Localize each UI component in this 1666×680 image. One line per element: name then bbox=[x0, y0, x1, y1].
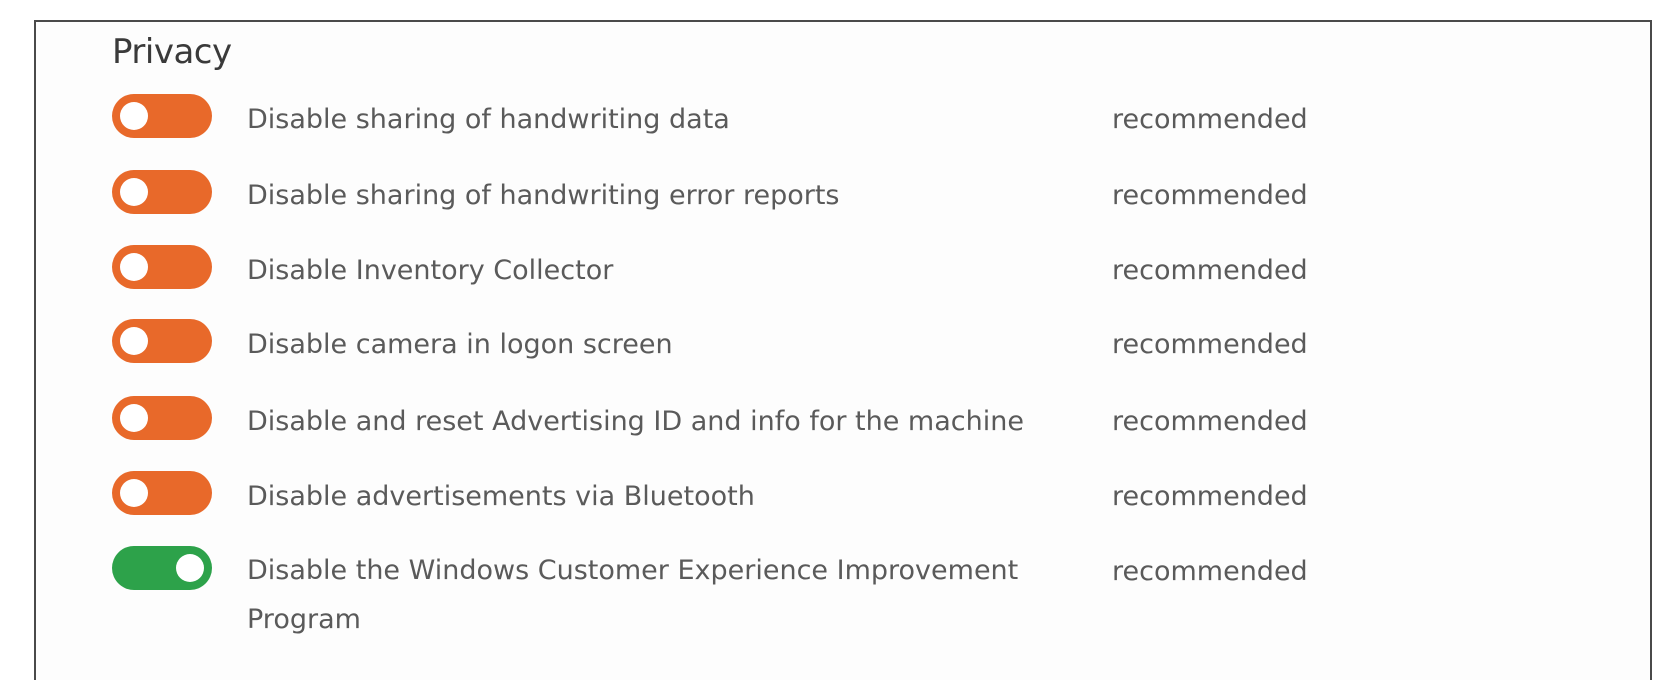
setting-label: Disable Inventory Collector bbox=[247, 255, 614, 286]
setting-row: Disable Inventory Collector recommended bbox=[36, 243, 1650, 303]
setting-row: Disable sharing of handwriting data reco… bbox=[36, 92, 1650, 152]
setting-label: Disable camera in logon screen bbox=[247, 329, 673, 360]
setting-toggle[interactable] bbox=[112, 546, 212, 590]
setting-row: Disable camera in logon screen recommend… bbox=[36, 317, 1650, 377]
toggle-knob bbox=[120, 327, 148, 355]
setting-toggle[interactable] bbox=[112, 245, 212, 289]
setting-label: Disable the Windows Customer Experience … bbox=[247, 555, 1019, 635]
toggle-knob bbox=[120, 404, 148, 432]
setting-row: Disable sharing of handwriting error rep… bbox=[36, 168, 1650, 228]
setting-row: Disable and reset Advertising ID and inf… bbox=[36, 394, 1650, 454]
toggle-knob bbox=[120, 102, 148, 130]
setting-status: recommended bbox=[1112, 255, 1308, 286]
toggle-knob bbox=[120, 178, 148, 206]
setting-toggle[interactable] bbox=[112, 94, 212, 138]
section-title: Privacy bbox=[112, 32, 232, 72]
setting-status: recommended bbox=[1112, 104, 1308, 135]
toggle-knob bbox=[120, 253, 148, 281]
setting-label: Disable and reset Advertising ID and inf… bbox=[247, 406, 1024, 437]
setting-row: Disable advertisements via Bluetooth rec… bbox=[36, 469, 1650, 529]
setting-toggle[interactable] bbox=[112, 170, 212, 214]
setting-status: recommended bbox=[1112, 481, 1308, 512]
setting-label: Disable advertisements via Bluetooth bbox=[247, 481, 755, 512]
setting-status: recommended bbox=[1112, 329, 1308, 360]
privacy-panel: Privacy Disable sharing of handwriting d… bbox=[34, 20, 1652, 680]
setting-label: Disable sharing of handwriting data bbox=[247, 104, 730, 135]
setting-label: Disable sharing of handwriting error rep… bbox=[247, 180, 840, 211]
setting-status: recommended bbox=[1112, 406, 1308, 437]
setting-toggle[interactable] bbox=[112, 396, 212, 440]
toggle-knob bbox=[176, 554, 204, 582]
setting-toggle[interactable] bbox=[112, 319, 212, 363]
setting-status: recommended bbox=[1112, 180, 1308, 211]
setting-toggle[interactable] bbox=[112, 471, 212, 515]
toggle-knob bbox=[120, 479, 148, 507]
setting-row: Disable the Windows Customer Experience … bbox=[36, 544, 1650, 654]
setting-status: recommended bbox=[1112, 556, 1308, 587]
